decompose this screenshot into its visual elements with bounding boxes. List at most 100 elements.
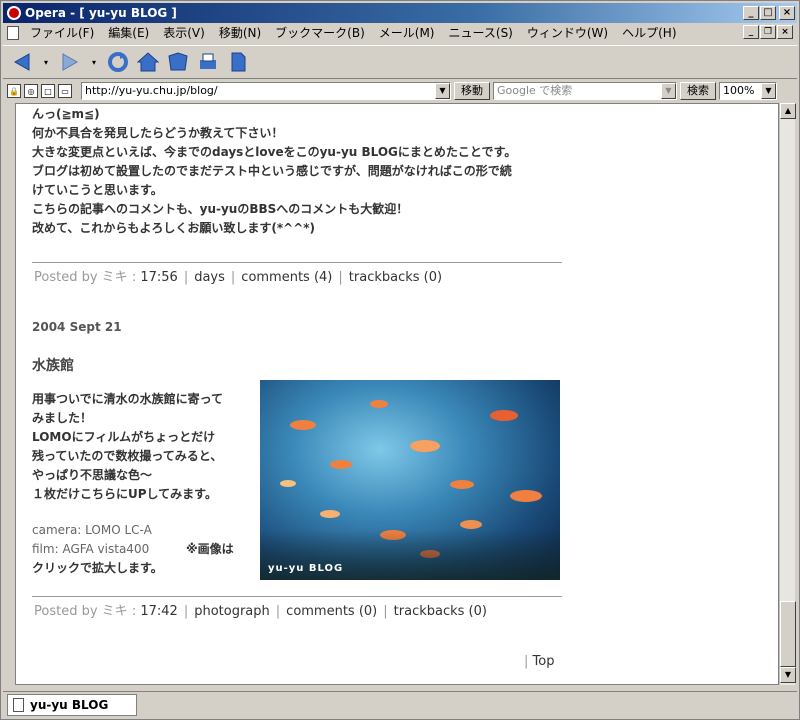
go-button[interactable]: 移動 (454, 82, 490, 100)
entry2-author: ミキ (101, 604, 128, 619)
entry2-line: やっぱり不思議な色～ (32, 468, 153, 482)
entry1-line: 大きな変更点といえば、今までのdaysとloveをこのyu-yu BLOGにまと… (32, 145, 517, 159)
entry1-meta: Posted by ミキ : 17:56 | days | comments (4) | t… (34, 270, 443, 285)
home-button[interactable] (135, 49, 161, 75)
reload-button[interactable] (105, 49, 131, 75)
menu-window[interactable]: ウィンドウ(W) (520, 24, 615, 42)
entry2-date: 2004 Sept 21 (32, 320, 122, 334)
entry1-comments-link[interactable]: comments (4) (241, 270, 332, 285)
posted-by-label: Posted by (34, 604, 98, 619)
minimize-button[interactable]: _ (743, 6, 759, 20)
footer-separator: | (524, 654, 529, 669)
entry2-divider (32, 596, 562, 597)
search-button[interactable]: 検索 (680, 82, 716, 100)
menu-file[interactable]: ファイル(F) (23, 24, 101, 42)
entry1-trackbacks-link[interactable]: trackbacks (0) (349, 270, 442, 285)
menu-mail[interactable]: メール(M) (372, 24, 442, 42)
forward-arrow-icon (62, 53, 79, 71)
back-arrow-icon (13, 53, 30, 71)
entry1-body: んっ(≧m≦) 何か不具合を発見したらどうか教えて下さい！ 大きな変更点といえば… (32, 104, 517, 238)
entry1-line: けていこうと思います。 (32, 183, 163, 197)
tab-document-icon (13, 698, 24, 712)
entry2-line: 用事ついでに清水の水族館に寄って (32, 392, 224, 406)
scroll-thumb[interactable] (780, 601, 796, 667)
page-info-icon[interactable]: □ (41, 84, 55, 98)
scroll-up-button[interactable]: ▲ (780, 103, 796, 119)
page-icon (231, 52, 246, 72)
menu-help[interactable]: ヘルプ(H) (615, 24, 683, 42)
zoom-dropdown[interactable]: ▼ (761, 83, 776, 99)
back-button[interactable] (9, 49, 35, 75)
maximize-button[interactable]: □ (760, 6, 776, 20)
entry2-comments-link[interactable]: comments (0) (286, 604, 377, 619)
entry2-camera: camera: LOMO LC-A (32, 523, 152, 537)
home-icon (136, 52, 160, 72)
entry2-body: 用事ついでに清水の水族館に寄って みました！ LOMOにフィルムがちょっとだけ … (32, 390, 234, 578)
close-button[interactable]: × (779, 6, 795, 20)
page-viewport: んっ(≧m≦) 何か不具合を発見したらどうか教えて下さい！ 大きな変更点といえば… (15, 103, 779, 685)
forward-history-dropdown[interactable]: ▾ (87, 49, 101, 75)
posted-by-label: Posted by (34, 270, 98, 285)
forward-button[interactable] (57, 49, 83, 75)
entry2-note: ※画像は (186, 542, 234, 556)
google-search-input[interactable]: Google で検索 ▼ (493, 82, 677, 100)
menu-edit[interactable]: 編集(E) (101, 24, 156, 42)
menu-news[interactable]: ニュース(S) (441, 24, 519, 42)
entry1-author: ミキ (101, 270, 128, 285)
mdi-minimize-button[interactable]: _ (743, 25, 759, 39)
entry1-line: こちらの記事へのコメントも、yu-yuのBBSへのコメントも大歓迎！ (32, 202, 409, 216)
menu-bar: ファイル(F) 編集(E) 表示(V) 移動(N) ブックマーク(B) メール(… (3, 23, 797, 43)
mdi-window-controls: _ ❐ × (743, 25, 793, 39)
security-lock-icon[interactable]: 🔒 (7, 84, 21, 98)
tab-label: yu-yu BLOG (30, 698, 109, 712)
opera-logo-icon (7, 6, 21, 20)
entry1-line: 何か不具合を発見したらどうか教えて下さい！ (32, 126, 284, 140)
vertical-scrollbar[interactable]: ▲ ▼ (779, 103, 796, 685)
mdi-close-button[interactable]: × (777, 25, 793, 39)
entry2-category-link[interactable]: photograph (194, 604, 270, 619)
entry1-divider (32, 262, 562, 263)
zoom-value: 100% (723, 84, 755, 97)
title-bar: Opera - [ yu-yu BLOG ] _ □ × (3, 3, 797, 23)
entry2-line: １枚だけこちらにUPしてみます。 (32, 487, 217, 501)
page-tab[interactable]: yu-yu BLOG (7, 694, 137, 716)
hotlist-button[interactable] (165, 49, 191, 75)
entry1-line: ブログは初めて設置したのでまだテスト中という感じですが、問題がなければこの形で続 (32, 164, 512, 178)
entry2-title: 水族館 (32, 358, 74, 374)
entry2-note2: クリックで拡大します。 (32, 561, 163, 575)
back-history-dropdown[interactable]: ▾ (39, 49, 53, 75)
window-title: Opera - [ yu-yu BLOG ] (25, 6, 177, 20)
address-bar: 🔒 ◎ □ ▭ http://yu-yu.chu.jp/blog/ ▼ 移動 G… (3, 80, 797, 102)
entry2-trackbacks-link[interactable]: trackbacks (0) (394, 604, 487, 619)
menu-view[interactable]: 表示(V) (156, 24, 212, 42)
page-button[interactable] (225, 49, 251, 75)
search-engine-dropdown[interactable]: ▼ (661, 83, 676, 99)
entry1-category-link[interactable]: days (194, 270, 225, 285)
menu-bookmarks[interactable]: ブックマーク(B) (268, 24, 372, 42)
entry1-time-link[interactable]: 17:56 (140, 270, 177, 285)
print-button[interactable] (195, 49, 221, 75)
scroll-down-button[interactable]: ▼ (780, 667, 796, 683)
menu-navigate[interactable]: 移動(N) (212, 24, 268, 42)
hotlist-icon (168, 52, 188, 71)
site-icon[interactable]: ▭ (58, 84, 72, 98)
cookie-icon[interactable]: ◎ (24, 84, 38, 98)
entry2-time-link[interactable]: 17:42 (140, 604, 177, 619)
page-tab-bar: yu-yu BLOG (3, 691, 797, 717)
url-history-dropdown[interactable]: ▼ (435, 83, 450, 99)
zoom-select[interactable]: 100% ▼ (719, 82, 777, 100)
navigation-toolbar: ▾ ▾ (3, 45, 797, 79)
browser-window: Opera - [ yu-yu BLOG ] _ □ × ファイル(F) 編集(… (0, 0, 800, 720)
url-input[interactable]: http://yu-yu.chu.jp/blog/ ▼ (81, 82, 451, 100)
entry1-line: 改めて、これからもよろしくお願い致します(*^^*) (32, 221, 316, 235)
entry2-line: みました！ (32, 411, 93, 425)
entry1-line: んっ(≧m≦) (32, 107, 100, 121)
entry2-film-row: film: AGFA vista400 ※画像は (32, 540, 234, 559)
print-icon (200, 53, 216, 69)
top-link[interactable]: Top (533, 654, 555, 669)
aquarium-photo[interactable]: yu-yu BLOG (260, 380, 560, 580)
mdi-restore-button[interactable]: ❐ (760, 25, 776, 39)
search-placeholder: Google で検索 (497, 84, 573, 97)
page-footer: | Top (524, 654, 554, 670)
entry2-line: 残っていたので数枚撮ってみると、 (32, 449, 223, 463)
